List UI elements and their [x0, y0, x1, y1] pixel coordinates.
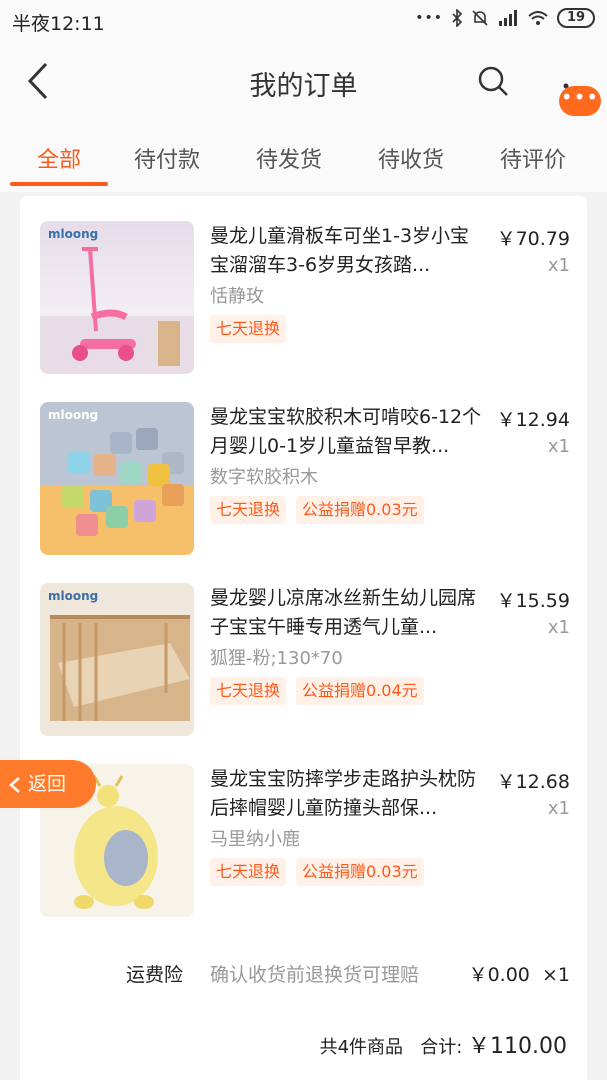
- product-image-scooter[interactable]: mloong: [40, 221, 194, 374]
- product-image-blocks[interactable]: mloong: [40, 402, 194, 555]
- order-item[interactable]: mloong 曼龙宝宝软胶积木可啃咬6-12个月婴儿0-1岁儿童益智早教... …: [20, 377, 587, 555]
- tab-pending-review[interactable]: 待评价: [500, 142, 566, 174]
- product-quantity: x1: [547, 798, 570, 819]
- crib-illustration: [50, 615, 190, 721]
- tag-charity-donation: 公益捐赠0.03元: [296, 858, 424, 886]
- brand-logo: mloong: [48, 589, 99, 603]
- shipping-insurance-label: 运费险: [126, 964, 184, 986]
- chevron-left-icon: [9, 776, 20, 793]
- product-quantity: x1: [547, 255, 570, 276]
- order-item[interactable]: mloong 曼龙婴儿凉席冰丝新生幼儿园席子宝宝午睡专用透气儿童... 狐狸-粉…: [20, 558, 587, 736]
- product-spec: 马里纳小鹿: [210, 829, 300, 850]
- tag-seven-day-return: 七天退换: [210, 858, 287, 886]
- tag-charity-donation: 公益捐赠0.03元: [296, 496, 424, 524]
- status-icons: ••• 19: [415, 8, 595, 28]
- battery-icon: 19: [557, 8, 595, 28]
- product-title[interactable]: 曼龙儿童滑板车可坐1-3岁小宝宝溜溜车3-6岁男女孩踏...: [210, 222, 486, 280]
- item-count: 共4件商品: [319, 1037, 404, 1058]
- product-spec: 狐狸-粉;130*70: [210, 648, 343, 669]
- status-time: 半夜12:11: [12, 13, 105, 35]
- return-button-label: 返回: [28, 773, 67, 795]
- nav-bar: 我的订单 •••: [0, 40, 607, 122]
- product-price: ￥12.68: [496, 771, 570, 793]
- product-image-crib-mat[interactable]: mloong: [40, 583, 194, 736]
- order-item[interactable]: 曼龙宝宝防摔学步走路护头枕防后摔帽婴儿童防撞头部保... 马里纳小鹿 七天退换 …: [20, 739, 587, 917]
- shipping-insurance-row[interactable]: 运费险 确认收货前退换货可理赔 ￥0.00 ×1: [20, 960, 587, 990]
- brand-logo: mloong: [48, 227, 99, 241]
- return-button[interactable]: 返回: [0, 760, 96, 808]
- notification-dots-icon: •••: [415, 10, 443, 26]
- signal-icon: [499, 10, 517, 26]
- product-title[interactable]: 曼龙宝宝防摔学步走路护头枕防后摔帽婴儿童防撞头部保...: [210, 765, 486, 823]
- tab-all[interactable]: 全部: [37, 142, 81, 174]
- order-tabs: 全部 待付款 待发货 待收货 待评价: [0, 122, 607, 192]
- bluetooth-icon: [452, 9, 463, 27]
- total-label: 合计:: [420, 1037, 463, 1058]
- tag-seven-day-return: 七天退换: [210, 677, 287, 705]
- product-title[interactable]: 曼龙婴儿凉席冰丝新生幼儿园席子宝宝午睡专用透气儿童...: [210, 584, 486, 642]
- product-spec: 数字软胶积木: [210, 467, 318, 488]
- tab-pending-payment[interactable]: 待付款: [134, 142, 200, 174]
- product-quantity: x1: [547, 436, 570, 457]
- page-title: 我的订单: [249, 71, 358, 102]
- product-price: ￥70.79: [496, 228, 570, 250]
- brand-logo: mloong: [48, 408, 99, 422]
- more-badge-icon[interactable]: •••: [559, 86, 601, 116]
- product-price: ￥15.59: [496, 590, 570, 612]
- tag-seven-day-return: 七天退换: [210, 315, 287, 343]
- mute-bell-icon: [472, 10, 488, 26]
- tag-seven-day-return: 七天退换: [210, 496, 287, 524]
- shipping-insurance-price: ￥0.00 ×1: [468, 964, 570, 986]
- tag-charity-donation: 公益捐赠0.04元: [296, 677, 424, 705]
- scooter-illustration: [40, 247, 194, 374]
- shipping-insurance-desc: 确认收货前退换货可理赔: [210, 964, 420, 986]
- wifi-icon: [528, 11, 548, 25]
- order-card: mloong 曼龙儿童滑板车可坐1-3岁小宝宝溜溜车3-6岁男女孩踏... 恬静…: [20, 196, 587, 1080]
- order-item[interactable]: mloong 曼龙儿童滑板车可坐1-3岁小宝宝溜溜车3-6岁男女孩踏... 恬静…: [20, 196, 587, 374]
- product-quantity: x1: [547, 617, 570, 638]
- order-summary: 共4件商品 合计: ￥110.00: [320, 1028, 567, 1060]
- tab-pending-shipment[interactable]: 待发货: [256, 142, 322, 174]
- product-spec: 恬静玫: [210, 286, 264, 307]
- product-title[interactable]: 曼龙宝宝软胶积木可啃咬6-12个月婴儿0-1岁儿童益智早教...: [210, 403, 486, 461]
- tab-pending-receipt[interactable]: 待收货: [378, 142, 444, 174]
- status-bar: 半夜12:11 ••• 19: [0, 0, 607, 40]
- blocks-illustration: [62, 428, 184, 536]
- total-price: ￥110.00: [468, 1034, 567, 1059]
- product-price: ￥12.94: [496, 409, 570, 431]
- search-icon[interactable]: [474, 62, 514, 102]
- tab-indicator: [10, 182, 108, 186]
